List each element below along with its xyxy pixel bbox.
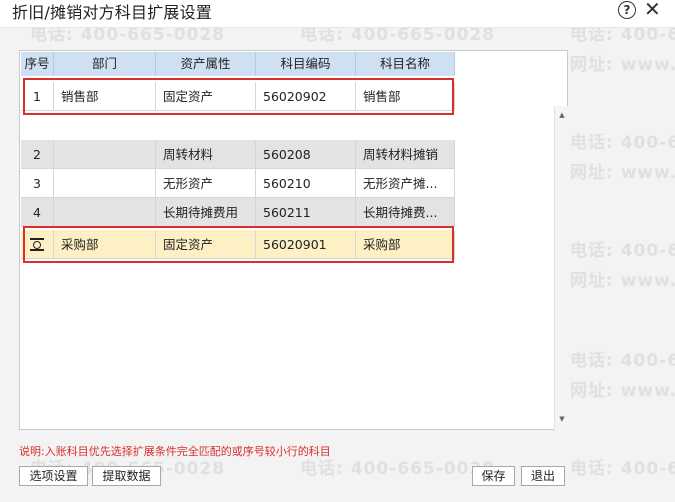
- vertical-scrollbar[interactable]: ▲ ▼: [554, 106, 568, 430]
- exit-button[interactable]: 退出: [521, 466, 565, 486]
- column-header-account-name[interactable]: 科目名称: [356, 52, 455, 76]
- options-button[interactable]: 选项设置: [19, 466, 88, 486]
- department-cell[interactable]: [54, 140, 156, 169]
- table-row[interactable]: 2 周转材料 560208 周转材料摊销: [21, 140, 455, 169]
- asset-attribute-cell[interactable]: 固定资产: [156, 82, 256, 111]
- fetch-data-button[interactable]: 提取数据: [92, 466, 161, 486]
- save-button[interactable]: 保存: [472, 466, 515, 486]
- scroll-down-arrow-icon[interactable]: ▼: [557, 414, 567, 424]
- account-name-cell[interactable]: 周转材料摊销: [356, 140, 455, 169]
- asset-attribute-cell[interactable]: 周转材料: [156, 140, 256, 169]
- column-header-asset-attribute[interactable]: 资产属性: [156, 52, 256, 76]
- seq-cell: 3: [21, 169, 54, 198]
- watermark-phone: 电话: 400-665-0028: [570, 459, 675, 479]
- row-editing-icon: [30, 238, 44, 251]
- dialog-body: 电话: 400-665-0028 电话: 400-665-0028 电话: 40…: [0, 28, 675, 502]
- column-header-account-code[interactable]: 科目编码: [256, 52, 356, 76]
- watermark-phone: 电话: 400-665-0028: [30, 28, 226, 45]
- seq-cell: 4: [21, 198, 54, 227]
- account-code-cell[interactable]: 56020902: [256, 82, 356, 111]
- account-code-cell[interactable]: 560211: [256, 198, 356, 227]
- department-cell[interactable]: 采购部: [54, 230, 156, 259]
- asset-attribute-cell[interactable]: 固定资产: [156, 230, 256, 259]
- table-row[interactable]: 4 长期待摊费用 560211 长期待摊费...: [21, 198, 455, 227]
- seq-cell: 2: [21, 140, 54, 169]
- watermark-phone: 电话: 400-665-0028: [570, 133, 675, 153]
- help-icon[interactable]: ?: [618, 1, 636, 19]
- watermark-phone: 电话: 400-665-0028: [570, 351, 675, 371]
- watermark-site: 网址: www.chanjet.net: [570, 271, 675, 291]
- asset-attribute-cell[interactable]: 长期待摊费用: [156, 198, 256, 227]
- account-code-cell[interactable]: 560208: [256, 140, 356, 169]
- watermark-site: 网址: www.chanjet.net: [570, 163, 675, 183]
- account-grid: 序号 部门 资产属性 科目编码 科目名称 1 销售部 固定资产 56020902…: [19, 50, 568, 430]
- account-code-cell[interactable]: 56020901: [256, 230, 356, 259]
- account-name-cell[interactable]: 采购部: [356, 230, 455, 259]
- table-row[interactable]: 1 销售部 固定资产 56020902 销售部: [21, 82, 455, 111]
- watermark-phone: 电话: 400-665-0028: [570, 241, 675, 261]
- department-cell[interactable]: [54, 169, 156, 198]
- account-name-cell[interactable]: 销售部: [356, 82, 455, 111]
- grid-header: 序号 部门 资产属性 科目编码 科目名称: [21, 52, 455, 76]
- table-row-active[interactable]: 采购部 固定资产 56020901 采购部: [21, 230, 455, 259]
- table-row[interactable]: 3 无形资产 560210 无形资产摊...: [21, 169, 455, 198]
- department-cell[interactable]: 销售部: [54, 82, 156, 111]
- scroll-up-arrow-icon[interactable]: ▲: [557, 110, 567, 120]
- dialog-title: 折旧/摊销对方科目扩展设置: [12, 3, 212, 22]
- account-name-cell[interactable]: 长期待摊费...: [356, 198, 455, 227]
- department-cell[interactable]: [54, 198, 156, 227]
- asset-attribute-cell[interactable]: 无形资产: [156, 169, 256, 198]
- watermark-phone: 电话: 400-665-0028: [300, 28, 496, 45]
- title-bar: 折旧/摊销对方科目扩展设置 ? ✕: [0, 0, 675, 24]
- watermark-site: 网址: www.chanjet.net: [570, 381, 675, 401]
- watermark-site: 网址: www.chanjet.net: [570, 55, 675, 75]
- column-header-seq[interactable]: 序号: [21, 52, 54, 76]
- row-edit-indicator[interactable]: [21, 230, 54, 259]
- close-icon[interactable]: ✕: [644, 0, 661, 21]
- column-header-department[interactable]: 部门: [54, 52, 156, 76]
- note-text: 说明:入账科目优先选择扩展条件完全匹配的或序号较小行的科目: [19, 445, 331, 458]
- seq-cell: 1: [21, 82, 54, 111]
- watermark-phone: 电话: 400-665-0028: [570, 28, 675, 45]
- account-code-cell[interactable]: 560210: [256, 169, 356, 198]
- account-name-cell[interactable]: 无形资产摊...: [356, 169, 455, 198]
